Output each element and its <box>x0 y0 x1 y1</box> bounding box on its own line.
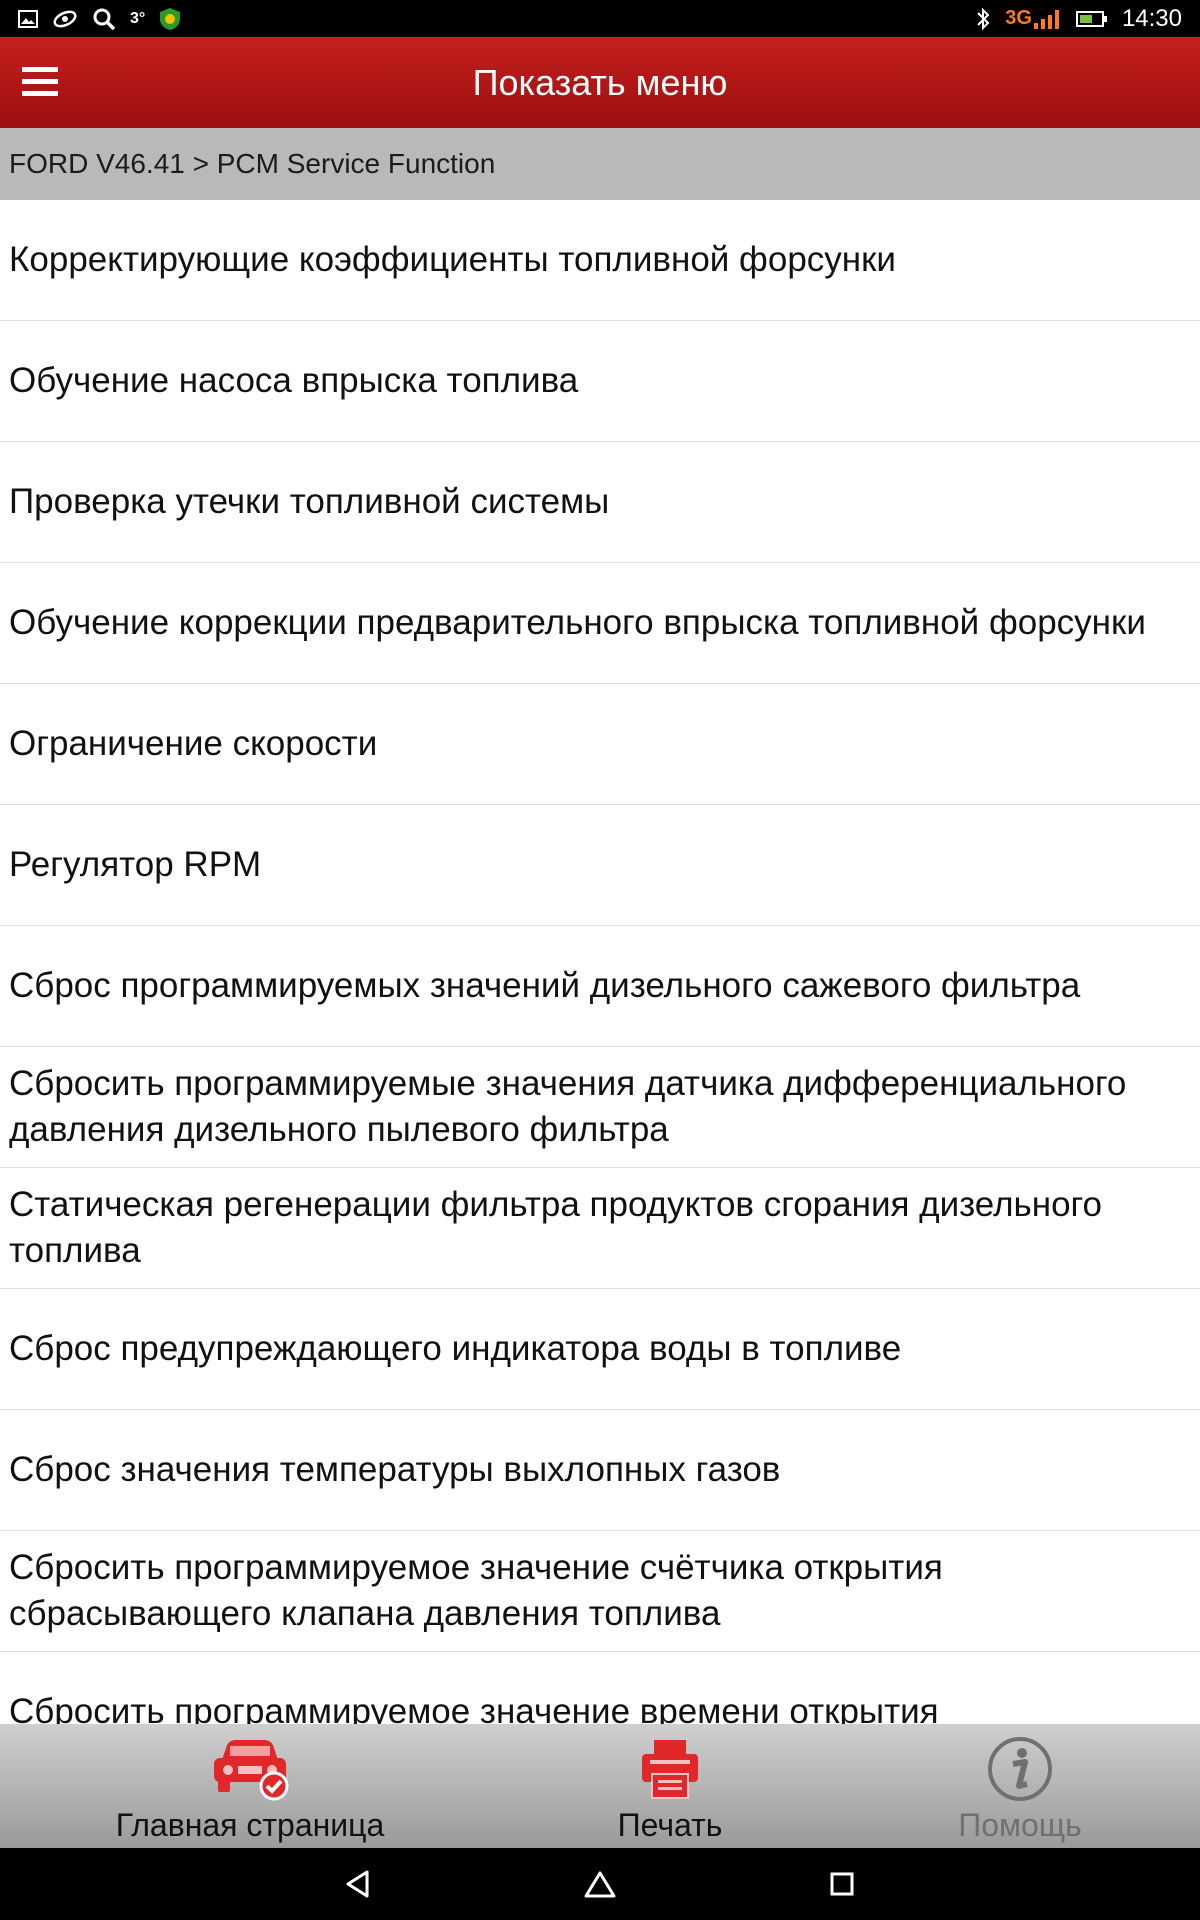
list-item-label: Сброс предупреждающего индикатора воды в… <box>9 1329 902 1368</box>
list-item[interactable]: Сброс значения температуры выхлопных газ… <box>0 1410 1200 1531</box>
function-list[interactable]: Корректирующие коэффициенты топливной фо… <box>0 200 1200 1724</box>
breadcrumb: FORD V46.41 > PCM Service Function <box>0 128 1200 200</box>
app-header: Показать меню <box>0 37 1200 128</box>
list-item[interactable]: Сбросить программируемое значение времен… <box>0 1652 1200 1724</box>
list-item-label: Сбросить программируемое значение счётчи… <box>9 1548 943 1633</box>
help-button-label: Помощь <box>958 1807 1082 1843</box>
gallery-icon <box>18 0 38 37</box>
list-item[interactable]: Статическая регенерации фильтра продукто… <box>0 1168 1200 1289</box>
help-button[interactable]: Помощь <box>920 1724 1120 1848</box>
list-item-label: Сбросить программируемое значение времен… <box>9 1692 939 1724</box>
list-item-label: Проверка утечки топливной системы <box>9 482 610 521</box>
recents-button[interactable] <box>812 1860 872 1908</box>
list-item-label: Обучение насоса впрыска топлива <box>9 361 579 400</box>
list-item-label: Сброс программируемых значений дизельног… <box>9 966 1081 1005</box>
print-button-label: Печать <box>617 1807 723 1843</box>
network-type-label: 3G <box>1005 7 1032 29</box>
clock: 14:30 <box>1121 4 1182 32</box>
back-icon <box>346 1870 369 1898</box>
battery-icon <box>1075 0 1108 37</box>
security-app-icon <box>159 0 181 37</box>
list-item-label: Регулятор RPM <box>9 845 262 884</box>
home-nav-button[interactable] <box>570 1860 630 1908</box>
list-item[interactable]: Регулятор RPM <box>0 805 1200 926</box>
list-item[interactable]: Сбросить программируемые значения датчик… <box>0 1047 1200 1168</box>
signal-indicator: 3G <box>1005 0 1062 37</box>
list-item[interactable]: Сброс программируемых значений дизельног… <box>0 926 1200 1047</box>
list-item[interactable]: Обучение коррекции предварительного впры… <box>0 563 1200 684</box>
list-item-label: Корректирующие коэффициенты топливной фо… <box>9 240 896 279</box>
info-icon <box>987 1731 1053 1807</box>
list-item[interactable]: Проверка утечки топливной системы <box>0 442 1200 563</box>
signal-icon <box>1033 9 1059 29</box>
search-icon <box>92 0 116 37</box>
list-item[interactable]: Корректирующие коэффициенты топливной фо… <box>0 200 1200 321</box>
home-button-label: Главная страница <box>115 1807 385 1843</box>
list-item[interactable]: Ограничение скорости <box>0 684 1200 805</box>
list-item-label: Обучение коррекции предварительного впры… <box>9 603 1146 642</box>
printer-icon <box>640 1731 700 1807</box>
list-item-label: Ограничение скорости <box>9 724 378 763</box>
print-button[interactable]: Печать <box>570 1724 770 1848</box>
status-bar-left: 3° <box>18 0 181 37</box>
list-item[interactable]: Сброс предупреждающего индикатора воды в… <box>0 1289 1200 1410</box>
back-button[interactable] <box>328 1860 388 1908</box>
home-button[interactable]: Главная страница <box>100 1724 400 1848</box>
list-item[interactable]: Сбросить программируемое значение счётчи… <box>0 1531 1200 1652</box>
status-bar: 3° 3G 14:30 <box>0 0 1200 37</box>
list-item[interactable]: Обучение насоса впрыска топлива <box>0 321 1200 442</box>
recents-icon <box>830 1872 854 1896</box>
car-check-icon <box>210 1731 290 1807</box>
list-item-label: Статическая регенерации фильтра продукто… <box>9 1185 1103 1270</box>
page-title: Показать меню <box>472 62 728 103</box>
bottom-toolbar: Главная страница Печать Помощь <box>0 1724 1200 1848</box>
system-navigation-bar <box>0 1848 1200 1920</box>
temperature-indicator: 3° <box>130 9 146 27</box>
bluetooth-icon <box>975 0 991 37</box>
sync-icon <box>52 0 78 37</box>
home-icon <box>584 1871 616 1898</box>
status-bar-right: 3G 14:30 <box>975 0 1182 37</box>
list-item-label: Сброс значения температуры выхлопных газ… <box>9 1450 781 1489</box>
list-item-label: Сбросить программируемые значения датчик… <box>9 1064 1127 1149</box>
